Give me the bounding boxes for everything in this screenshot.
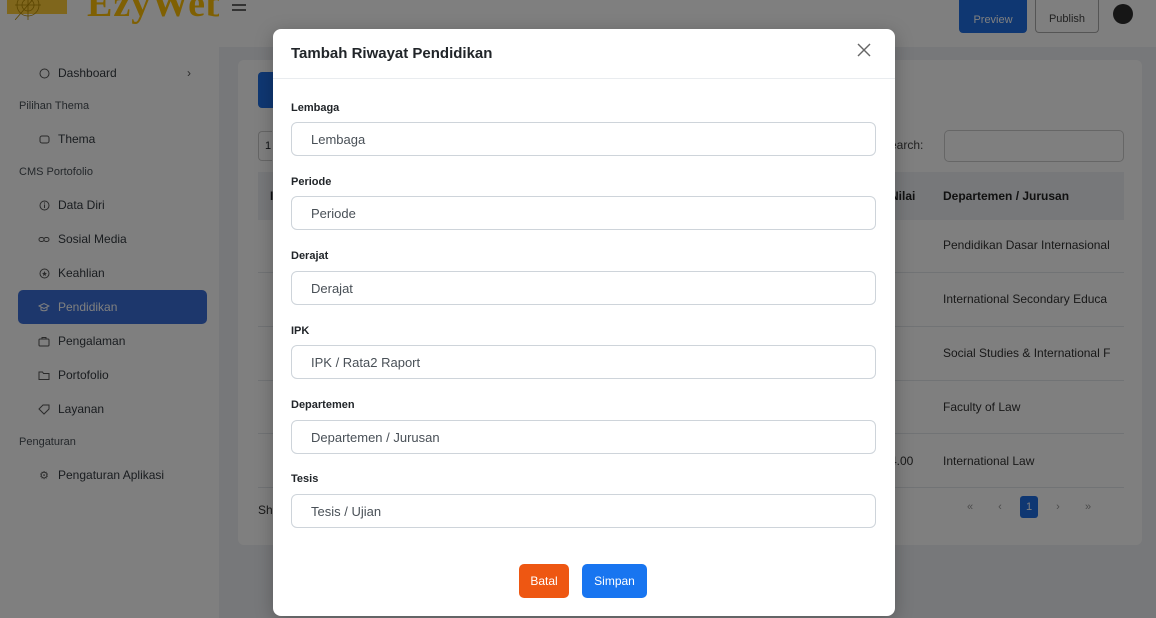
save-button[interactable]: Simpan: [582, 564, 647, 598]
lembaga-label: Lembaga: [291, 102, 340, 114]
tesis-field[interactable]: [291, 494, 876, 528]
cancel-button[interactable]: Batal: [519, 564, 569, 598]
modal-title: Tambah Riwayat Pendidikan: [291, 45, 493, 62]
ipk-field[interactable]: [291, 345, 876, 379]
derajat-field[interactable]: [291, 271, 876, 305]
close-icon[interactable]: [855, 42, 873, 60]
departemen-field[interactable]: [291, 420, 876, 454]
departemen-label: Departemen: [291, 399, 355, 411]
periode-label: Periode: [291, 176, 332, 188]
periode-field[interactable]: [291, 196, 876, 230]
add-education-modal: Tambah Riwayat Pendidikan Lembaga Period…: [273, 29, 895, 616]
ipk-label: IPK: [291, 325, 310, 337]
derajat-label: Derajat: [291, 250, 329, 262]
tesis-label: Tesis: [291, 473, 319, 485]
modal-header: Tambah Riwayat Pendidikan: [273, 29, 895, 79]
lembaga-field[interactable]: [291, 122, 876, 156]
